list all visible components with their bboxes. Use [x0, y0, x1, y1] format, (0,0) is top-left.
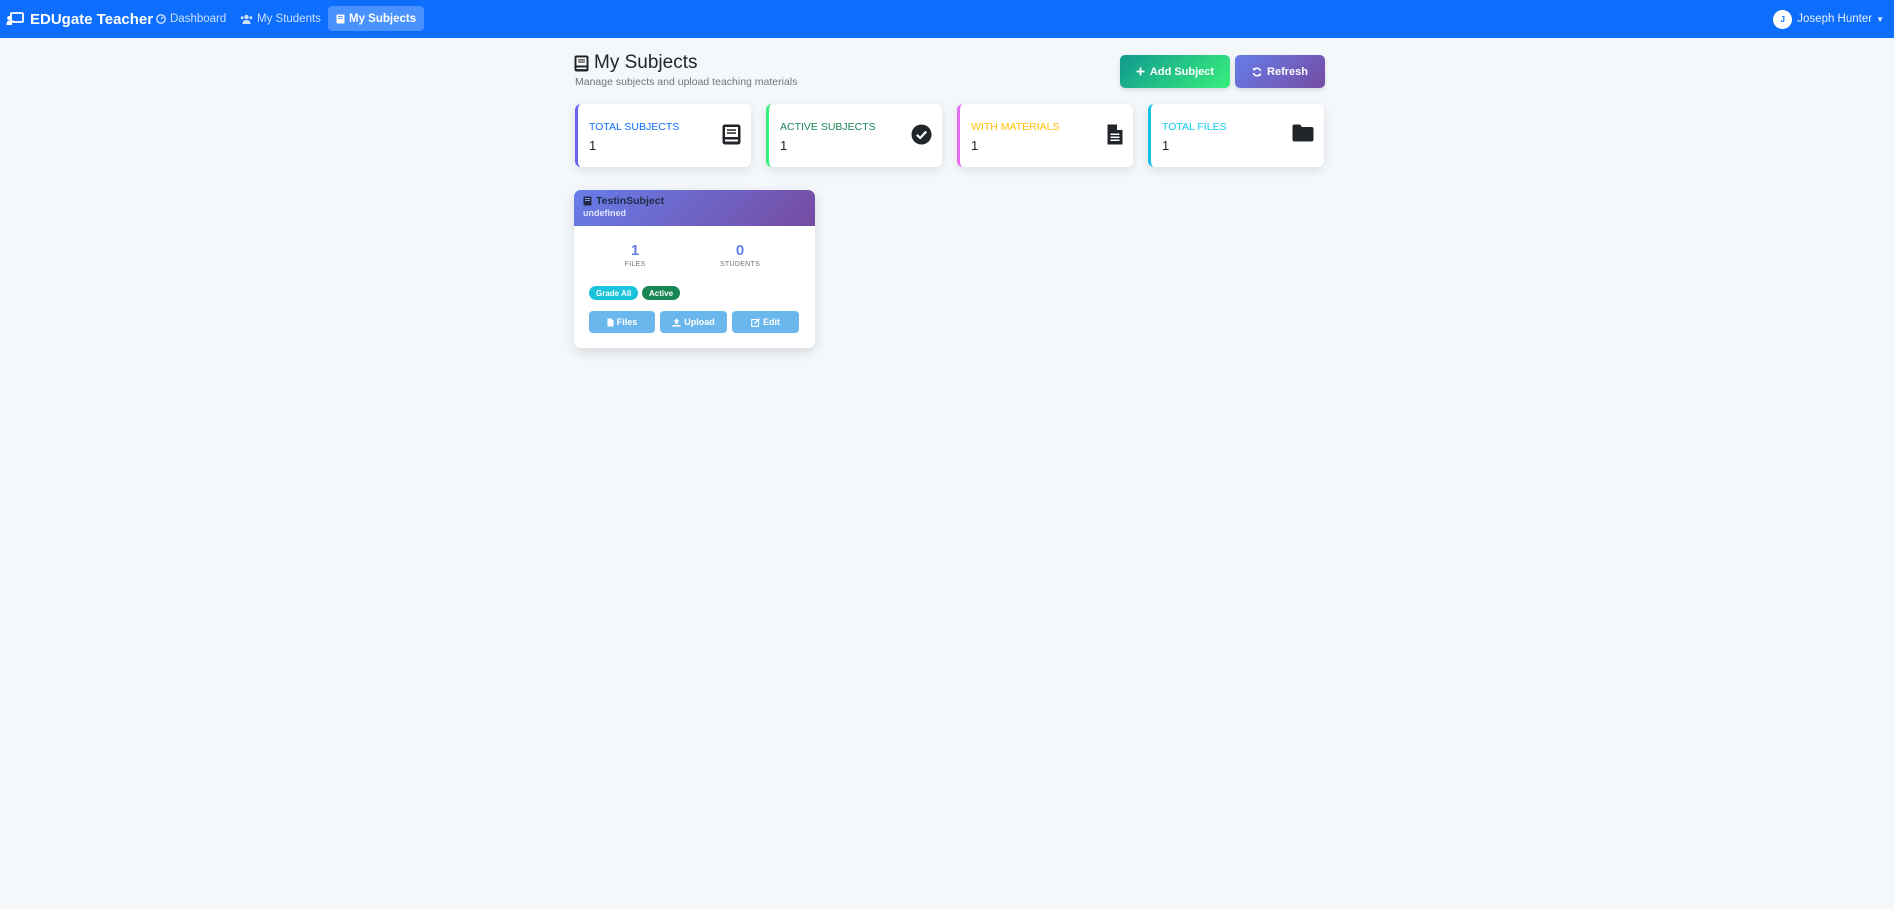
chevron-down-icon: ▼ — [1876, 14, 1884, 24]
page-title-text: My Subjects — [594, 52, 698, 73]
refresh-label: Refresh — [1267, 65, 1308, 78]
stat-card-total-subjects: TOTAL SUBJECTS 1 — [575, 104, 751, 167]
edit-button-label: Edit — [763, 317, 780, 327]
stat-card-total-files: TOTAL FILES 1 — [1148, 104, 1324, 167]
avatar: J — [1773, 9, 1793, 29]
nav-my-students-label: My Students — [257, 12, 321, 25]
brand-name: EDUgate Teacher — [30, 10, 154, 28]
nav-dashboard-label: Dashboard — [170, 12, 227, 25]
users-icon — [240, 14, 253, 24]
user-name: Joseph Hunter — [1797, 13, 1873, 25]
nav-dashboard[interactable]: Dashboard — [148, 6, 234, 31]
refresh-button[interactable]: Refresh — [1235, 55, 1325, 88]
stat-value: 1 — [780, 138, 788, 153]
files-button[interactable]: Files — [589, 311, 655, 333]
page-subtitle: Manage subjects and upload teaching mate… — [575, 76, 798, 88]
subject-description: undefined — [583, 208, 626, 218]
stat-label: WITH MATERIALS — [971, 121, 1060, 133]
stat-label: TOTAL SUBJECTS — [589, 121, 680, 133]
plus-icon — [1136, 67, 1145, 76]
subject-card-header: TestinSubject undefined — [574, 190, 815, 226]
students-count: 0 — [735, 242, 745, 259]
book-icon — [722, 124, 741, 145]
dashboard-icon — [156, 13, 166, 24]
stat-label: TOTAL FILES — [1162, 121, 1227, 133]
stat-value: 1 — [1162, 138, 1170, 153]
folder-icon — [1292, 124, 1314, 142]
files-metric: 1 FILES — [595, 242, 675, 268]
top-navbar: EDUgate Teacher Dashboard My Students My… — [0, 0, 1894, 38]
edit-icon — [751, 317, 760, 327]
nav-my-students[interactable]: My Students — [232, 6, 329, 31]
students-caption: STUDENTS — [719, 261, 761, 268]
chalkboard-teacher-icon — [6, 12, 24, 25]
page-title: My Subjects — [574, 52, 697, 74]
book-icon — [336, 14, 345, 23]
grade-badge: Grade All — [589, 286, 639, 300]
file-icon — [607, 318, 614, 326]
files-count: 1 — [630, 242, 640, 259]
files-caption: FILES — [624, 261, 646, 268]
brand-link[interactable]: EDUgate Teacher — [6, 0, 153, 38]
book-icon — [583, 196, 592, 206]
stat-card-with-materials: WITH MATERIALS 1 — [957, 104, 1133, 167]
stat-value: 1 — [971, 138, 979, 153]
stat-label: ACTIVE SUBJECTS — [780, 121, 876, 133]
stat-value: 1 — [589, 138, 597, 153]
add-subject-button[interactable]: Add Subject — [1120, 55, 1230, 88]
upload-button[interactable]: Upload — [660, 311, 727, 333]
book-icon — [574, 55, 589, 71]
subject-name-text: TestinSubject — [596, 195, 665, 207]
edit-button[interactable]: Edit — [732, 311, 799, 333]
status-badge: Active — [642, 286, 681, 300]
nav-my-subjects-label: My Subjects — [349, 12, 417, 25]
refresh-icon — [1252, 66, 1262, 77]
upload-icon — [672, 318, 681, 327]
upload-button-label: Upload — [684, 317, 715, 327]
file-icon — [1107, 124, 1123, 145]
check-circle-icon — [911, 124, 932, 145]
nav-my-subjects[interactable]: My Subjects — [328, 6, 425, 31]
stat-card-active-subjects: ACTIVE SUBJECTS 1 — [766, 104, 942, 167]
students-metric: 0 STUDENTS — [700, 242, 780, 268]
subject-card: TestinSubject undefined 1 FILES 0 STUDEN… — [574, 190, 815, 348]
add-subject-label: Add Subject — [1149, 65, 1215, 78]
files-button-label: Files — [616, 317, 638, 327]
user-menu[interactable]: J Joseph Hunter ▼ — [1773, 0, 1884, 38]
subject-name: TestinSubject — [583, 195, 806, 207]
